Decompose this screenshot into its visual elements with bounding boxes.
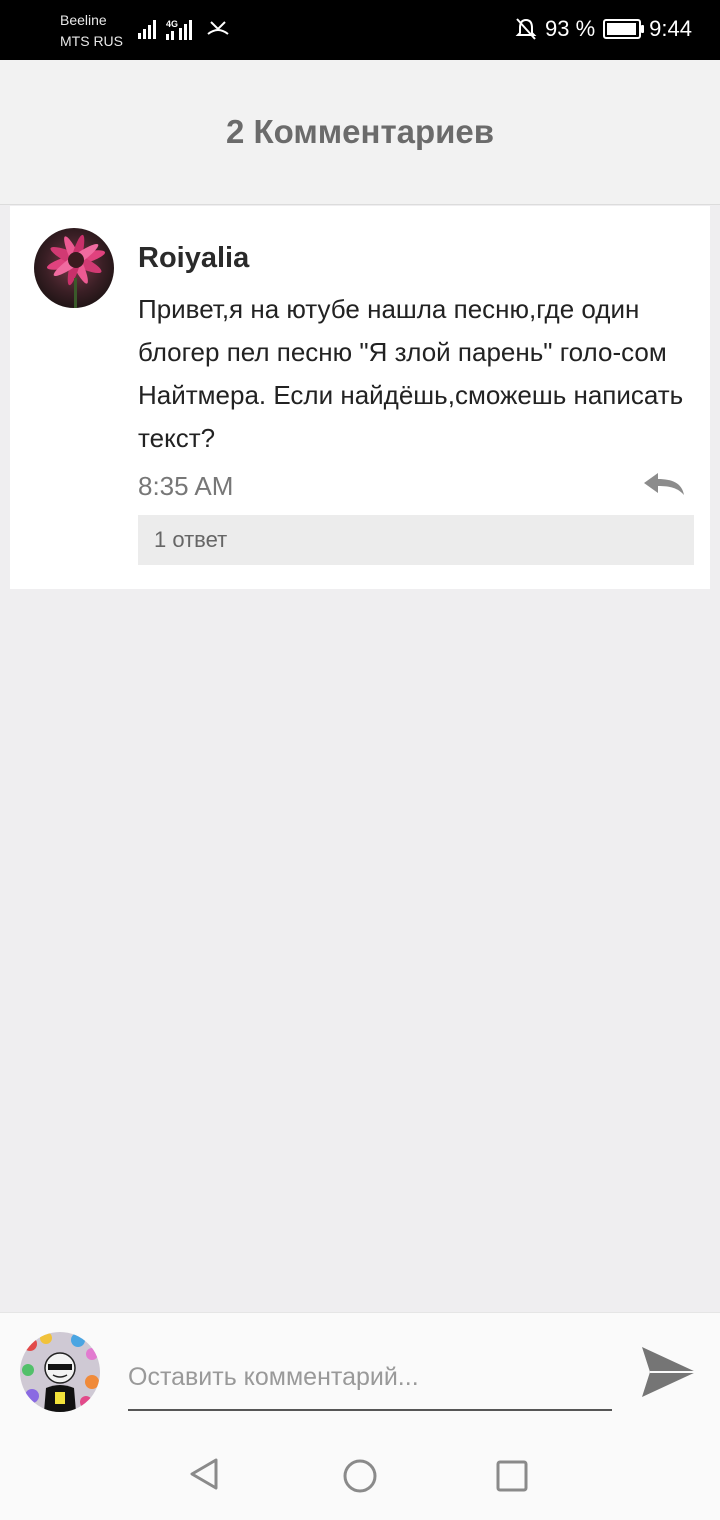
replies-label: 1 ответ	[154, 527, 228, 552]
signal-4g-icon: 4G	[166, 19, 192, 40]
page-title: 2 Комментариев	[225, 113, 495, 150]
comment-time: 8:35 AM	[138, 471, 234, 501]
home-icon[interactable]	[342, 1458, 378, 1494]
mute-bell-icon	[515, 18, 537, 40]
clock: 9:44	[649, 16, 692, 41]
status-bar: Beeline MTS RUS 4G 93 % 9:44	[0, 0, 720, 60]
carrier-2: MTS RUS	[60, 33, 123, 49]
comment-text: Привет,я на ютубе нашла песню,где один б…	[138, 294, 684, 453]
my-avatar	[20, 1332, 100, 1412]
comment-input[interactable]	[128, 1345, 612, 1411]
missed-call-icon	[207, 21, 229, 35]
battery-percent: 93 %	[545, 16, 596, 41]
signal-icon	[138, 20, 156, 39]
flower-avatar-image	[34, 228, 114, 308]
status-right: 93 % 9:44	[515, 16, 692, 42]
back-icon[interactable]	[186, 1456, 222, 1492]
user-avatar-image	[20, 1332, 100, 1412]
send-icon[interactable]	[640, 1345, 698, 1399]
author-avatar[interactable]	[34, 228, 114, 308]
svg-text:4G: 4G	[166, 19, 178, 29]
view-replies-button[interactable]: 1 ответ	[138, 515, 694, 565]
battery-icon	[603, 19, 645, 39]
comments-header: 2 Комментариев	[0, 60, 720, 205]
recent-apps-icon[interactable]	[496, 1460, 528, 1492]
compose-bar	[0, 1312, 720, 1429]
comment-card: Roiyalia Привет,я на ютубе нашла песню,г…	[10, 206, 710, 589]
system-nav-bar	[0, 1428, 720, 1520]
comment-author[interactable]: Roiyalia	[138, 242, 249, 275]
carrier-info: Beeline MTS RUS	[60, 10, 123, 52]
carrier-1: Beeline	[60, 12, 107, 28]
reply-icon[interactable]	[642, 471, 686, 499]
